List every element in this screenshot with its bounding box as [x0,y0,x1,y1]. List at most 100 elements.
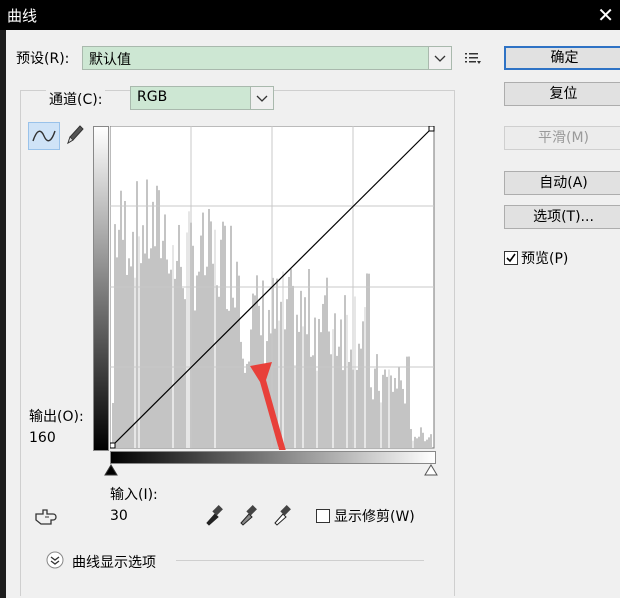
histogram-bar [202,212,204,448]
histogram-bar [268,309,270,448]
histogram-bar [168,273,170,448]
histogram-bar [232,297,234,448]
histogram-bar [210,221,212,448]
histogram-bar [404,403,406,448]
histogram-bar [284,329,286,448]
output-label: 输出(O): [29,409,84,425]
curve-point-black[interactable] [110,442,116,449]
histogram-bar [282,271,284,448]
preset-select[interactable]: 默认值 [82,46,452,70]
ok-button[interactable]: 确定 [504,46,620,70]
histogram-bar [320,332,322,448]
histogram-bar [366,273,368,448]
histogram-bar [230,225,232,448]
curve-point-white[interactable] [428,126,435,132]
histogram-bar [192,245,194,448]
histogram-bar [394,377,396,448]
output-value[interactable]: 160 [29,430,56,446]
histogram-bar [306,334,308,448]
histogram-bar [166,259,168,448]
show-clipping-label: 显示修剪(W) [334,509,415,525]
input-gradient-bar [110,451,436,464]
preset-options-icon[interactable] [464,50,482,70]
expand-chevron-icon[interactable] [46,551,64,573]
histogram-bar [294,365,296,448]
histogram-bar [334,313,336,448]
curve-display-options-label[interactable]: 曲线显示选项 [72,552,156,572]
histogram-bar [414,436,416,448]
histogram-bar [296,314,298,448]
hand-adjust-icon[interactable] [33,506,61,532]
histogram-bar [220,239,222,448]
smooth-button[interactable]: 平滑(M) [504,126,620,150]
histogram-bar [212,263,214,448]
histogram-bar [246,363,248,448]
curve-graph[interactable] [110,126,436,450]
white-point-slider-icon[interactable] [424,464,438,480]
options-button[interactable]: 选项(T)... [504,205,620,229]
show-clipping-checkbox[interactable] [316,509,330,523]
histogram-bar [288,276,290,448]
histogram-bar [400,380,402,448]
auto-button[interactable]: 自动(A) [504,171,620,195]
histogram-bar [350,349,352,448]
preset-label: 预设(R): [16,51,70,67]
input-value[interactable]: 30 [110,508,128,524]
histogram-bar [156,185,158,448]
histogram-bar [122,239,124,448]
white-eyedropper-icon[interactable] [272,504,292,530]
histogram-bar [314,317,316,448]
histogram-bar [174,278,176,448]
black-point-slider-icon[interactable] [104,464,118,480]
histogram-bar [152,201,154,448]
histogram-bar [200,235,202,448]
histogram-bar [236,261,238,448]
reset-button[interactable]: 复位 [504,82,620,106]
histogram-bar [364,307,366,448]
histogram-bar [374,368,376,448]
histogram-bar [240,341,242,448]
channel-select[interactable]: RGB [130,86,274,110]
histogram-bar [126,274,128,448]
histogram-bar [260,335,262,448]
histogram-bar [368,273,370,448]
histogram-bar [324,295,326,448]
curve-point-tool-icon[interactable] [28,122,60,150]
histogram-bar [370,387,372,448]
histogram-bar [308,268,310,448]
histogram-bar [144,253,146,448]
histogram-bar [336,355,338,448]
histogram-bar [224,225,226,448]
histogram-bar [410,429,412,448]
black-eyedropper-icon[interactable] [204,504,224,530]
channel-value: RGB [137,89,168,105]
gray-eyedropper-icon[interactable] [238,504,258,530]
histogram-bar [132,231,134,448]
histogram-bar [186,232,188,448]
histogram-bar [302,326,304,448]
histogram-bar [382,374,384,448]
histogram-bar [312,355,314,448]
histogram-bar [356,369,358,448]
histogram-bar [348,361,350,448]
pencil-icon[interactable] [64,123,86,151]
title-bar: 曲线 ✕ [0,0,620,30]
preview-checkbox[interactable] [504,251,518,265]
histogram-bar [326,277,328,448]
histogram-bar [238,275,240,448]
close-icon[interactable]: ✕ [597,3,614,27]
histogram-bar [206,266,208,448]
histogram-bar [360,348,362,448]
histogram-bar [392,391,394,448]
histogram-bar [194,310,196,448]
histogram-bar [328,331,330,448]
histogram-bar [340,319,342,448]
histogram-bar [140,263,142,448]
histogram-bar [242,358,244,448]
histogram-bar [208,208,210,448]
histogram-bar [124,200,126,448]
histogram-bar [130,266,132,448]
histogram-bar [322,303,324,448]
window-title: 曲线 [7,7,38,25]
histogram-bar [342,370,344,448]
